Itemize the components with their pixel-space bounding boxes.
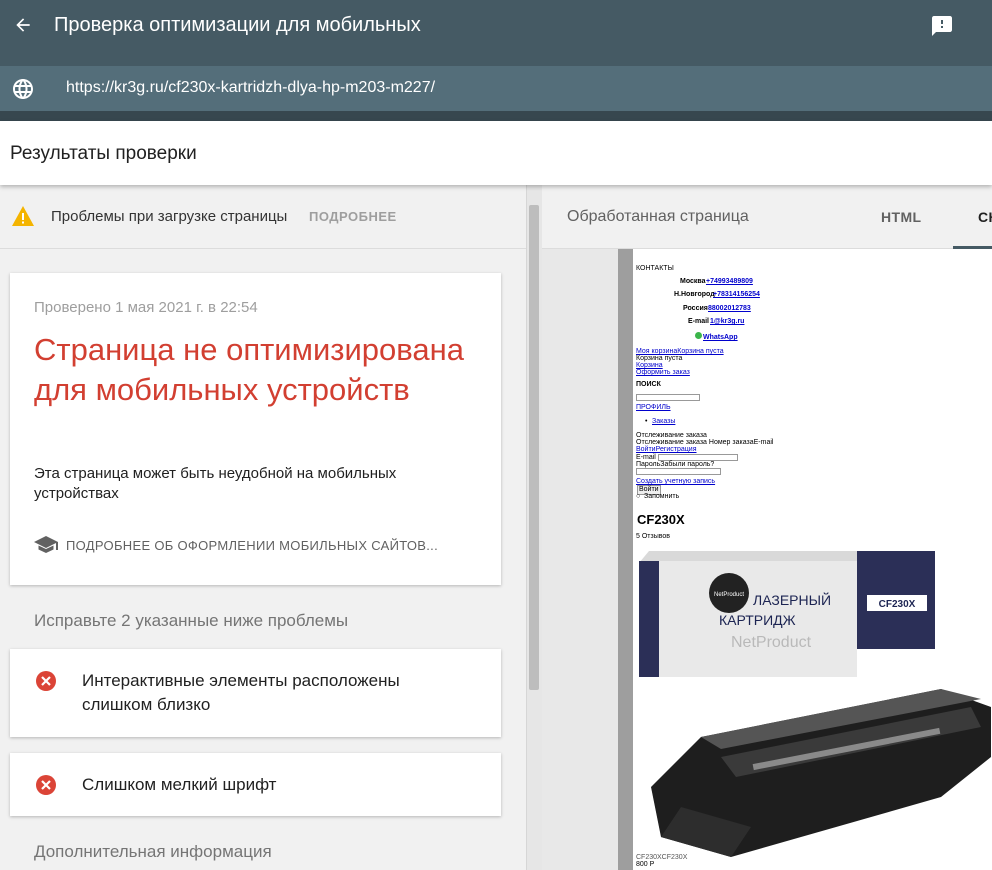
profile-link: ПРОФИЛЬ <box>636 404 671 411</box>
box-text-line2: КАРТРИДЖ <box>719 612 796 628</box>
remember-label: Запомнить <box>644 493 680 500</box>
issue-card-tap-targets[interactable]: Интерактивные элементы расположены слишк… <box>10 649 501 737</box>
results-panel: Проблемы при загрузке страницы ПОДРОБНЕЕ… <box>0 185 526 870</box>
contacts-heading: КОНТАКТЫ <box>636 265 674 272</box>
tab-screenshot[interactable]: СК <box>978 209 992 225</box>
issue-label: Слишком мелкий шрифт <box>82 775 277 794</box>
remember-checkbox-icon: ○ <box>636 493 641 500</box>
email-label: E-mail <box>688 318 710 325</box>
search-field <box>636 394 700 401</box>
additional-info-heading: Дополнительная информация <box>34 842 272 861</box>
warning-icon <box>11 205 35 227</box>
verdict-card: Проверено 1 мая 2021 г. в 22:54 Страница… <box>10 273 501 585</box>
whatsapp-link: WhatsApp <box>703 334 738 341</box>
issue-card-small-font[interactable]: Слишком мелкий шрифт <box>10 753 501 816</box>
graduation-cap-icon <box>34 536 58 554</box>
product-title: CF230X <box>637 512 685 527</box>
cartridge-image <box>651 689 991 857</box>
box-brand-badge: NetProduct <box>714 592 744 598</box>
verdict-description: Эта страница может быть неудобной на моб… <box>34 465 397 502</box>
box-brand-big: NetProduct <box>731 634 812 651</box>
nn-label: Н.Новгород <box>674 291 715 298</box>
page-loading-issues-text: Проблемы при загрузке страницы <box>51 208 288 225</box>
back-arrow-icon[interactable] <box>10 12 36 38</box>
page-loading-issues-row: Проблемы при загрузке страницы ПОДРОБНЕЕ <box>0 185 526 249</box>
urlbar-spacer <box>0 111 992 121</box>
issues-heading: Исправьте 2 указанные ниже проблемы <box>34 611 349 630</box>
password-input <box>636 468 721 475</box>
login-register-link: ВойтиРегистрация <box>636 446 697 453</box>
error-icon <box>35 670 57 692</box>
details-link[interactable]: ПОДРОБНЕЕ <box>309 209 397 224</box>
url-bar: https://kr3g.ru/cf230x-kartridzh-dlya-hp… <box>0 66 992 111</box>
preview-tabs: Обработанная страница HTML СК <box>542 185 992 249</box>
product-box-image: NetProduct ЛАЗЕРНЫЙ КАРТРИДЖ NetProduct … <box>639 551 935 677</box>
russia-label: Россия <box>683 305 708 312</box>
moscow-phone: +74993489809 <box>706 278 753 285</box>
nn-phone: +78314156254 <box>713 291 760 298</box>
page-title: Проверка оптимизации для мобильных <box>54 14 421 36</box>
issue-label: Интерактивные элементы расположены слишк… <box>82 671 400 714</box>
box-text-line1: ЛАЗЕРНЫЙ <box>753 591 831 608</box>
error-icon <box>35 774 57 796</box>
whatsapp-icon <box>695 332 702 339</box>
left-scrollbar-thumb[interactable] <box>529 205 539 690</box>
email-input <box>658 454 738 461</box>
email-link: 1@kr3g.ru <box>710 318 745 325</box>
tested-url[interactable]: https://kr3g.ru/cf230x-kartridzh-dlya-hp… <box>66 79 435 97</box>
globe-icon <box>11 77 35 101</box>
reviews-count: 5 Отзывов <box>636 533 670 540</box>
results-title: Результаты проверки <box>10 143 197 164</box>
orders-bullet: • <box>645 418 648 425</box>
app-bar: Проверка оптимизации для мобильных <box>0 0 992 52</box>
bottom-price: 800 Р <box>636 861 655 868</box>
orders-link: Заказы <box>652 418 676 425</box>
preview-panel: Обработанная страница HTML СК КОНТАКТЫ М… <box>542 185 992 870</box>
checked-timestamp: Проверено 1 мая 2021 г. в 22:54 <box>34 299 258 316</box>
learn-more-label: ПОДРОБНЕЕ ОБ ОФОРМЛЕНИИ МОБИЛЬНЫХ САЙТОВ… <box>66 537 438 553</box>
screenshot-frame: КОНТАКТЫ Москва +74993489809 Н.Новгород … <box>618 249 992 870</box>
tab-html[interactable]: HTML <box>881 209 921 225</box>
search-heading: ПОИСК <box>636 381 661 388</box>
box-model: CF230X <box>879 599 916 610</box>
appbar-spacer <box>0 52 992 66</box>
moscow-label: Москва <box>680 278 706 285</box>
learn-more-mobile-link[interactable]: ПОДРОБНЕЕ ОБ ОФОРМЛЕНИИ МОБИЛЬНЫХ САЙТОВ… <box>34 535 438 555</box>
rendered-page-label: Обработанная страница <box>567 208 749 225</box>
russia-phone: 88002012783 <box>708 305 751 312</box>
feedback-icon[interactable] <box>930 14 954 38</box>
verdict-heading: Страница не оптимизирована для мобильных… <box>34 332 464 407</box>
rendered-page-screenshot: КОНТАКТЫ Москва +74993489809 Н.Новгород … <box>633 249 992 870</box>
results-header: Результаты проверки <box>0 121 992 185</box>
checkout-link: Оформить заказ <box>636 369 690 376</box>
